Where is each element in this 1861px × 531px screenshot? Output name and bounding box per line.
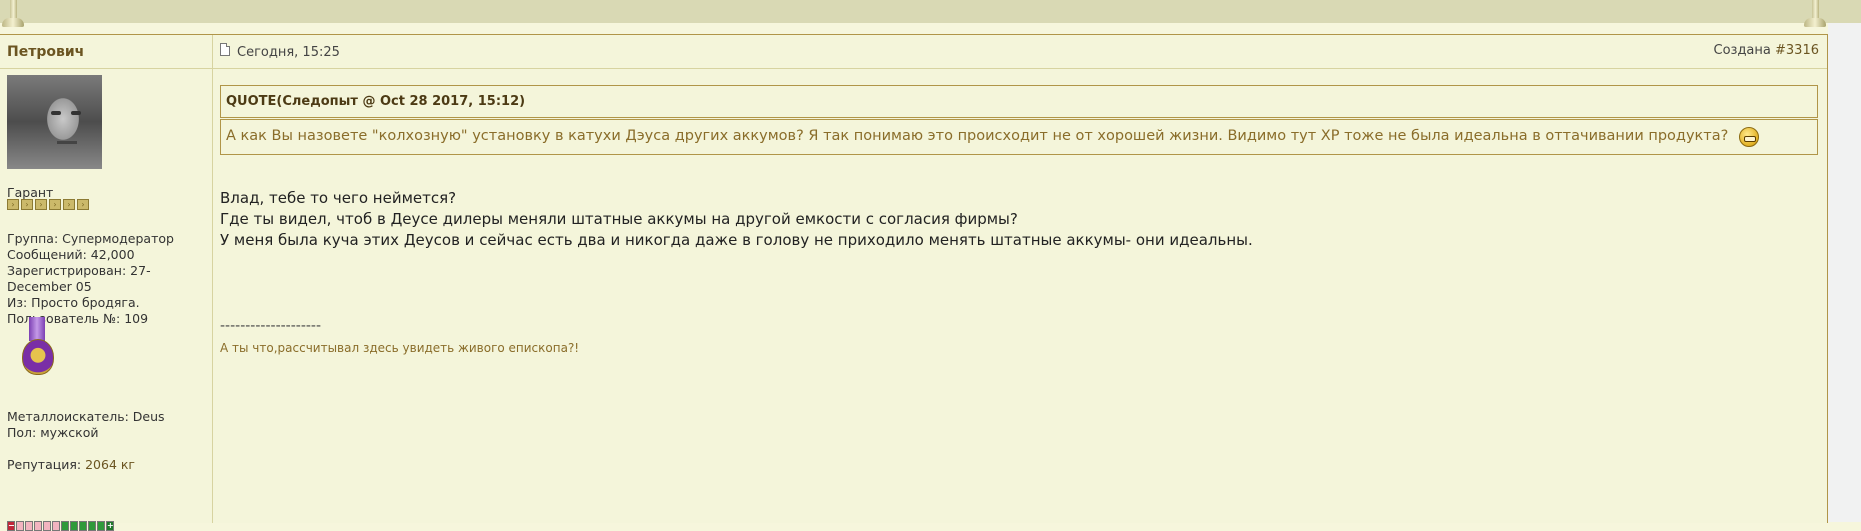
reputation-minus-icon[interactable]: − — [7, 521, 15, 531]
top-decor-band — [0, 0, 1861, 23]
post-line-2: Где ты видел, чтоб в Деусе дилеры меняли… — [220, 210, 1018, 228]
rank-pips-icon: › › › › › › — [7, 199, 91, 210]
pillar-right-icon — [1804, 0, 1826, 30]
signature-separator: -------------------- — [220, 318, 322, 334]
reputation-value[interactable]: 2064 кг — [85, 457, 135, 472]
avatar[interactable] — [7, 75, 102, 169]
author-gender: Пол: мужской — [7, 425, 99, 440]
created-label: Создана — [1713, 43, 1771, 58]
post-header: Сегодня, 15:25 Создана #3316 — [213, 35, 1827, 69]
post-number: Создана #3316 — [1714, 43, 1820, 58]
smiley-icon — [1739, 127, 1759, 147]
author-registered: Зарегистрирован: 27- — [7, 263, 151, 278]
author-name[interactable]: Петрович — [7, 44, 84, 60]
document-icon — [220, 43, 230, 56]
reputation-label: Репутация: — [7, 457, 82, 472]
author-from: Из: Просто бродяга. — [7, 295, 140, 310]
forum-post: Петрович Сегодня, 15:25 Создана #3316 Га… — [0, 34, 1828, 531]
post-line-3: У меня была куча этих Деусов и сейчас ес… — [220, 231, 1253, 249]
post-number-link[interactable]: #3316 — [1775, 43, 1819, 58]
author-header: Петрович — [0, 35, 213, 69]
post-date: Сегодня, 15:25 — [237, 45, 340, 60]
author-metal-detector: Металлоискатель: Deus — [7, 409, 165, 424]
quote-body: А как Вы назовете "колхозную" установку … — [220, 119, 1818, 155]
author-reputation: Репутация: 2064 кг — [7, 457, 135, 473]
quote-text: А как Вы назовете "колхозную" установку … — [226, 128, 1729, 144]
author-messages: Сообщений: 42,000 — [7, 247, 135, 262]
post-line-1: Влад, тебе то чего неймется? — [220, 189, 457, 207]
quote-header: QUOTE(Следопыт @ Oct 28 2017, 15:12) — [220, 85, 1818, 118]
page-margin — [1828, 23, 1861, 522]
author-registered-date: December 05 — [7, 279, 92, 294]
author-panel: Гарант › › › › › › Группа: Супермодератор Соо… — [0, 69, 213, 531]
quote-title: QUOTE(Следопыт @ Oct 28 2017, 15:12) — [226, 94, 526, 109]
reputation-bar: − + — [7, 521, 115, 531]
signature-text: А ты что,рассчитывал здесь увидеть живог… — [220, 341, 580, 355]
medal-icon — [22, 317, 54, 387]
pillar-left-icon — [2, 0, 24, 30]
reputation-plus-icon[interactable]: + — [106, 521, 114, 531]
author-group: Группа: Супермодератор — [7, 231, 174, 246]
